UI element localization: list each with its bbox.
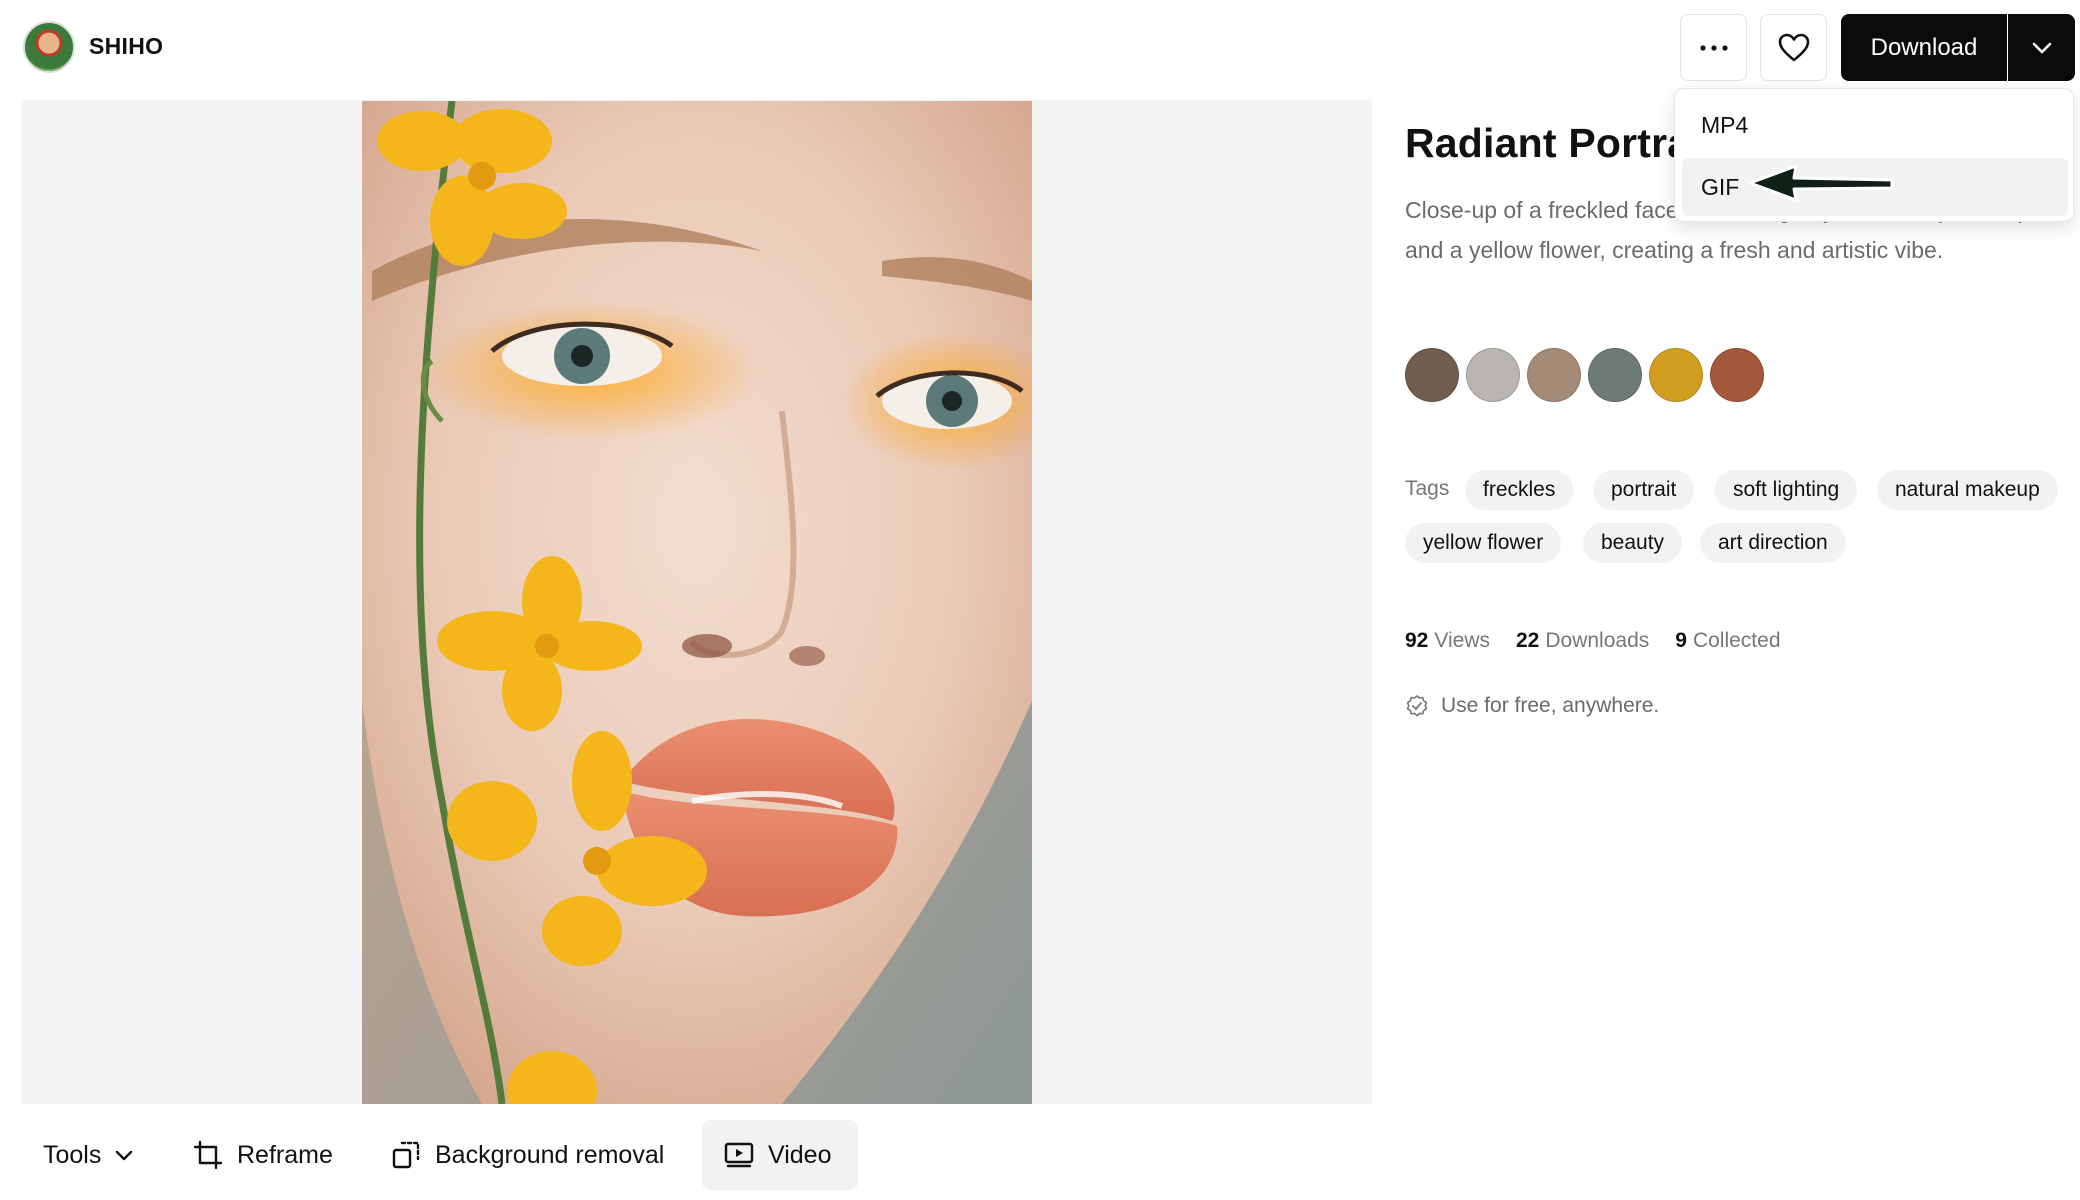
- like-button[interactable]: [1760, 14, 1827, 81]
- reframe-label: Reframe: [237, 1140, 333, 1169]
- editing-toolbar: Tools Reframe Background removal Video: [21, 1120, 921, 1190]
- video-label: Video: [768, 1140, 832, 1169]
- tag-chip[interactable]: portrait: [1593, 470, 1695, 510]
- author-name[interactable]: SHIHO: [89, 33, 163, 60]
- collected-stat: 9 Collected: [1675, 629, 1781, 652]
- chevron-down-icon: [116, 1150, 133, 1160]
- more-options-button[interactable]: [1680, 14, 1747, 81]
- color-swatch[interactable]: [1710, 348, 1764, 402]
- color-swatch[interactable]: [1588, 348, 1642, 402]
- heart-icon: [1778, 33, 1809, 61]
- tag-chip[interactable]: freckles: [1465, 470, 1574, 510]
- color-swatch[interactable]: [1405, 348, 1459, 402]
- tag-chip[interactable]: art direction: [1700, 523, 1846, 563]
- color-swatch[interactable]: [1527, 348, 1581, 402]
- color-swatch[interactable]: [1649, 348, 1703, 402]
- reframe-button[interactable]: Reframe: [193, 1120, 333, 1190]
- video-button[interactable]: Video: [702, 1120, 858, 1190]
- more-horizontal-icon: [1699, 44, 1728, 51]
- header: SHIHO Download: [0, 0, 2080, 96]
- tag-chip[interactable]: yellow flower: [1405, 523, 1562, 563]
- views-stat: 92 Views: [1405, 629, 1490, 652]
- tag-chip[interactable]: soft lighting: [1715, 470, 1858, 510]
- tag-chip[interactable]: natural makeup: [1877, 470, 2058, 510]
- verified-badge-icon: [1406, 695, 1428, 717]
- download-options-toggle[interactable]: [2008, 14, 2075, 81]
- downloads-stat: 22 Downloads: [1516, 629, 1650, 652]
- avatar[interactable]: [23, 21, 75, 73]
- tools-menu-button[interactable]: Tools: [43, 1120, 133, 1190]
- video-play-icon: [724, 1142, 754, 1168]
- background-removal-label: Background removal: [435, 1140, 665, 1169]
- asset-stats: 92 Views 22 Downloads 9 Collected: [1405, 629, 1781, 653]
- license-info[interactable]: Use for free, anywhere.: [1405, 694, 1659, 718]
- menu-item-mp4[interactable]: MP4: [1682, 96, 2068, 154]
- background-removal-icon: [392, 1141, 420, 1169]
- tags-label: Tags: [1405, 477, 1450, 500]
- color-palette: [1405, 348, 1764, 402]
- tag-chip[interactable]: beauty: [1583, 523, 1683, 563]
- annotation-arrow-icon: [1748, 164, 1894, 202]
- color-swatch[interactable]: [1466, 348, 1520, 402]
- tools-label: Tools: [43, 1140, 102, 1169]
- download-button[interactable]: Download: [1841, 14, 2007, 81]
- crop-icon: [193, 1140, 223, 1170]
- chevron-down-icon: [2032, 42, 2051, 53]
- background-removal-button[interactable]: Background removal: [391, 1120, 664, 1190]
- license-text: Use for free, anywhere.: [1441, 694, 1660, 717]
- portrait-image: [362, 101, 1032, 1104]
- asset-title: Radiant Portrait: [1405, 120, 1716, 166]
